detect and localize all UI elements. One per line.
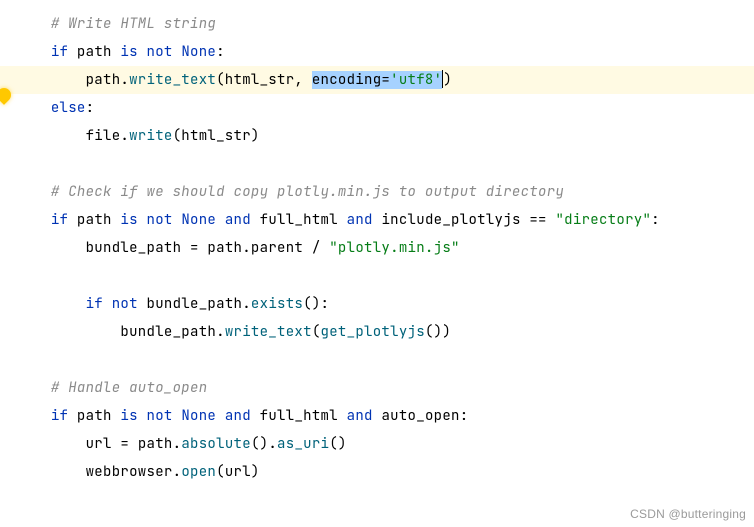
code-line: if path is not None and full_html and au…: [16, 402, 754, 430]
code-line: [16, 150, 754, 178]
code-line: # Check if we should copy plotly.min.js …: [16, 178, 754, 206]
code-line: webbrowser.open(url): [16, 458, 754, 486]
code-line-active: path.write_text(html_str, encoding='utf8…: [0, 66, 754, 94]
selection: encoding='utf8': [312, 71, 443, 89]
code-line: # Write HTML string: [16, 10, 754, 38]
code-line: if path is not None and full_html and in…: [16, 206, 754, 234]
code-line: bundle_path.write_text(get_plotlyjs()): [16, 318, 754, 346]
code-line: url = path.absolute().as_uri(): [16, 430, 754, 458]
code-editor[interactable]: # Write HTML string if path is not None:…: [0, 0, 754, 496]
code-line: bundle_path = path.parent / "plotly.min.…: [16, 234, 754, 262]
code-line: else:: [16, 94, 754, 122]
comment: # Check if we should copy plotly.min.js …: [51, 183, 564, 201]
code-line: [16, 346, 754, 374]
code-line: if not bundle_path.exists():: [16, 290, 754, 318]
code-line: # Handle auto_open: [16, 374, 754, 402]
comment: # Handle auto_open: [51, 379, 208, 397]
comment: # Write HTML string: [51, 15, 216, 33]
code-line: if path is not None:: [16, 38, 754, 66]
code-line: [16, 262, 754, 290]
code-line: file.write(html_str): [16, 122, 754, 150]
watermark: CSDN @butteringing: [630, 507, 746, 521]
